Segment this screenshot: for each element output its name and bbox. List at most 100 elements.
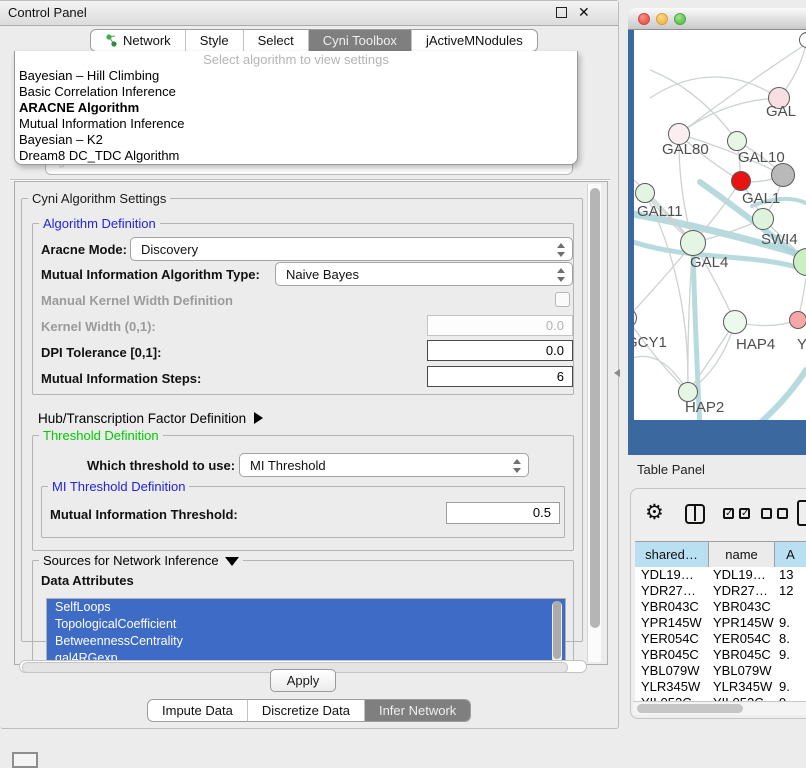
float-window-icon[interactable] [556,7,567,18]
table-row[interactable]: YBL079WYBL079W [635,663,806,679]
tab-jactivemnodules[interactable]: jActiveMNodules [412,30,537,51]
minimized-panel-icon[interactable] [12,752,38,768]
tab-label: jActiveMNodules [426,33,523,48]
attributes-scrollbar[interactable] [552,601,562,663]
network-node[interactable] [727,131,747,151]
cyni-algorithm-settings-title: Cyni Algorithm Settings [28,191,170,206]
algorithm-definition-title: Algorithm Definition [39,216,160,231]
attribute-item-betweennesscentrality[interactable]: BetweennessCentrality [47,633,565,650]
settings-vertical-scrollbar[interactable] [587,184,601,662]
gear-icon[interactable]: ⚙ [645,501,664,525]
attribute-item-selfloops[interactable]: SelfLoops [47,599,565,616]
stepper-icon [556,242,565,258]
mi-steps-field[interactable]: 6 [427,366,573,387]
checked-checkbox-icon[interactable]: ✓ [723,508,734,519]
network-node[interactable] [680,230,706,256]
columns-icon[interactable] [685,504,705,524]
mi-type-combo[interactable]: Naive Bayes [275,262,573,286]
table-cell: YBR045C [635,647,709,663]
checked-checkbox-icon[interactable]: ✓ [739,508,750,519]
network-node[interactable] [789,311,806,329]
dpi-tolerance-label: DPI Tolerance [0,1]: [41,345,161,360]
algorithm-option-bayesian-k2[interactable]: Bayesian – K2 [15,132,577,148]
table-row[interactable]: YBR045CYBR045C9. [635,647,806,663]
manual-kernel-checkbox[interactable] [555,292,570,307]
table-cell: 13 [775,567,806,583]
algorithm-definition-group: Algorithm Definition Aracne Mode: Discov… [32,223,574,395]
tab-infer-network[interactable]: Infer Network [365,700,470,721]
table-cell: YBR043C [709,599,775,615]
which-threshold-combo[interactable]: MI Threshold [239,453,529,477]
zoom-traffic-light-icon[interactable] [674,13,686,25]
network-window-titlebar[interactable] [628,8,806,30]
column-header-shared[interactable]: shared… [635,542,709,567]
network-node[interactable] [635,183,655,203]
threshold-definition-title: Threshold Definition [39,428,163,443]
splitter-collapse-arrow[interactable] [614,369,620,377]
table-row[interactable]: YBR043CYBR043C [635,599,806,615]
column-header-a[interactable]: A [775,542,806,567]
close-traffic-light-icon[interactable] [638,13,650,25]
stepper-icon [556,267,565,283]
table-cell: YER054C [635,631,709,647]
tab-discretize-data[interactable]: Discretize Data [248,700,365,721]
table-cell: 9. [775,679,806,695]
table-panel-title: Table Panel [637,462,705,477]
table-row[interactable]: YLR345WYLR345W9. [635,679,806,695]
attribute-item-topologicalcoefficient[interactable]: TopologicalCoefficient [47,616,565,633]
table-cell: YBR045C [709,647,775,663]
close-panel-icon[interactable]: ✕ [578,4,590,21]
control-panel-title: Control Panel [8,5,87,20]
table-row[interactable]: YDR27…YDR27…12 [635,583,806,599]
which-threshold-label: Which threshold to use: [87,458,235,473]
algorithm-option-basic-correlation-inference[interactable]: Basic Correlation Inference [15,84,577,100]
network-icon [105,33,118,48]
table-row[interactable]: YPR145WYPR145W9. [635,615,806,631]
table-horizontal-scrollbar[interactable] [633,701,806,715]
sources-title: Sources for Network Inference [43,553,219,568]
column-header-name[interactable]: name [709,542,775,567]
tab-label: Cyni Toolbox [323,33,397,48]
algorithm-option-bayesian-hill-climbing[interactable]: Bayesian – Hill Climbing [15,68,577,84]
data-attributes-list[interactable]: SelfLoopsTopologicalCoefficientBetweenne… [46,598,566,669]
table-cell: YDL19… [635,567,709,583]
dpi-tolerance-field[interactable]: 0.0 [427,340,573,361]
mi-steps-label: Mutual Information Steps: [41,371,201,386]
control-panel-titlebar: Control Panel ✕ [0,1,618,26]
vscroll-thumb[interactable] [590,188,600,628]
mi-threshold-field[interactable]: 0.5 [446,502,560,524]
mi-type-value: Naive Bayes [286,267,359,282]
document-icon[interactable] [797,500,806,526]
sources-toggle[interactable]: Sources for Network Inference [39,553,243,568]
algorithm-option-aracne-algorithm[interactable]: ARACNE Algorithm [15,100,577,116]
node-label-gal11: GAL11 [637,203,683,220]
table-cell: YER054C [709,631,775,647]
unchecked-checkbox-icon[interactable] [761,508,772,519]
aracne-mode-combo[interactable]: Discovery [130,237,573,261]
tab-impute-data[interactable]: Impute Data [148,700,248,721]
network-node[interactable] [731,171,751,191]
hub-section-toggle[interactable]: Hub/Transcription Factor Definition [38,411,263,426]
unchecked-checkbox-icon[interactable] [777,508,788,519]
tab-label: Impute Data [162,703,233,718]
table-row[interactable]: YDL19…YDL19…13 [635,567,806,583]
tab-cyni-toolbox[interactable]: Cyni Toolbox [309,30,412,51]
tab-select[interactable]: Select [244,30,309,51]
apply-button[interactable]: Apply [270,669,336,692]
algorithm-option-mutual-information-inference[interactable]: Mutual Information Inference [15,116,577,132]
tab-label: Select [258,33,294,48]
algorithm-option-dream8-dc-tdc-algorithm[interactable]: Dream8 DC_TDC Algorithm [15,148,577,164]
minimize-traffic-light-icon[interactable] [656,13,668,25]
table-rows: YDL19…YDL19…13YDR27…YDR27…12YBR043CYBR04… [635,567,806,701]
table-hscroll-thumb[interactable] [637,704,743,713]
table-row[interactable]: YER054CYER054C8. [635,631,806,647]
network-node[interactable] [723,310,747,334]
table-cell: YBL079W [709,663,775,679]
tab-network[interactable]: Network [91,30,186,51]
tab-style[interactable]: Style [186,30,244,51]
network-node[interactable] [752,208,774,230]
kernel-width-field: 0.0 [427,315,573,336]
table-cell: 8. [775,631,806,647]
network-node[interactable] [771,163,795,187]
network-canvas[interactable]: GALGAL80GAL10GAL1GAL11SWI4GAL4GCY1HAP4YH… [634,30,806,420]
